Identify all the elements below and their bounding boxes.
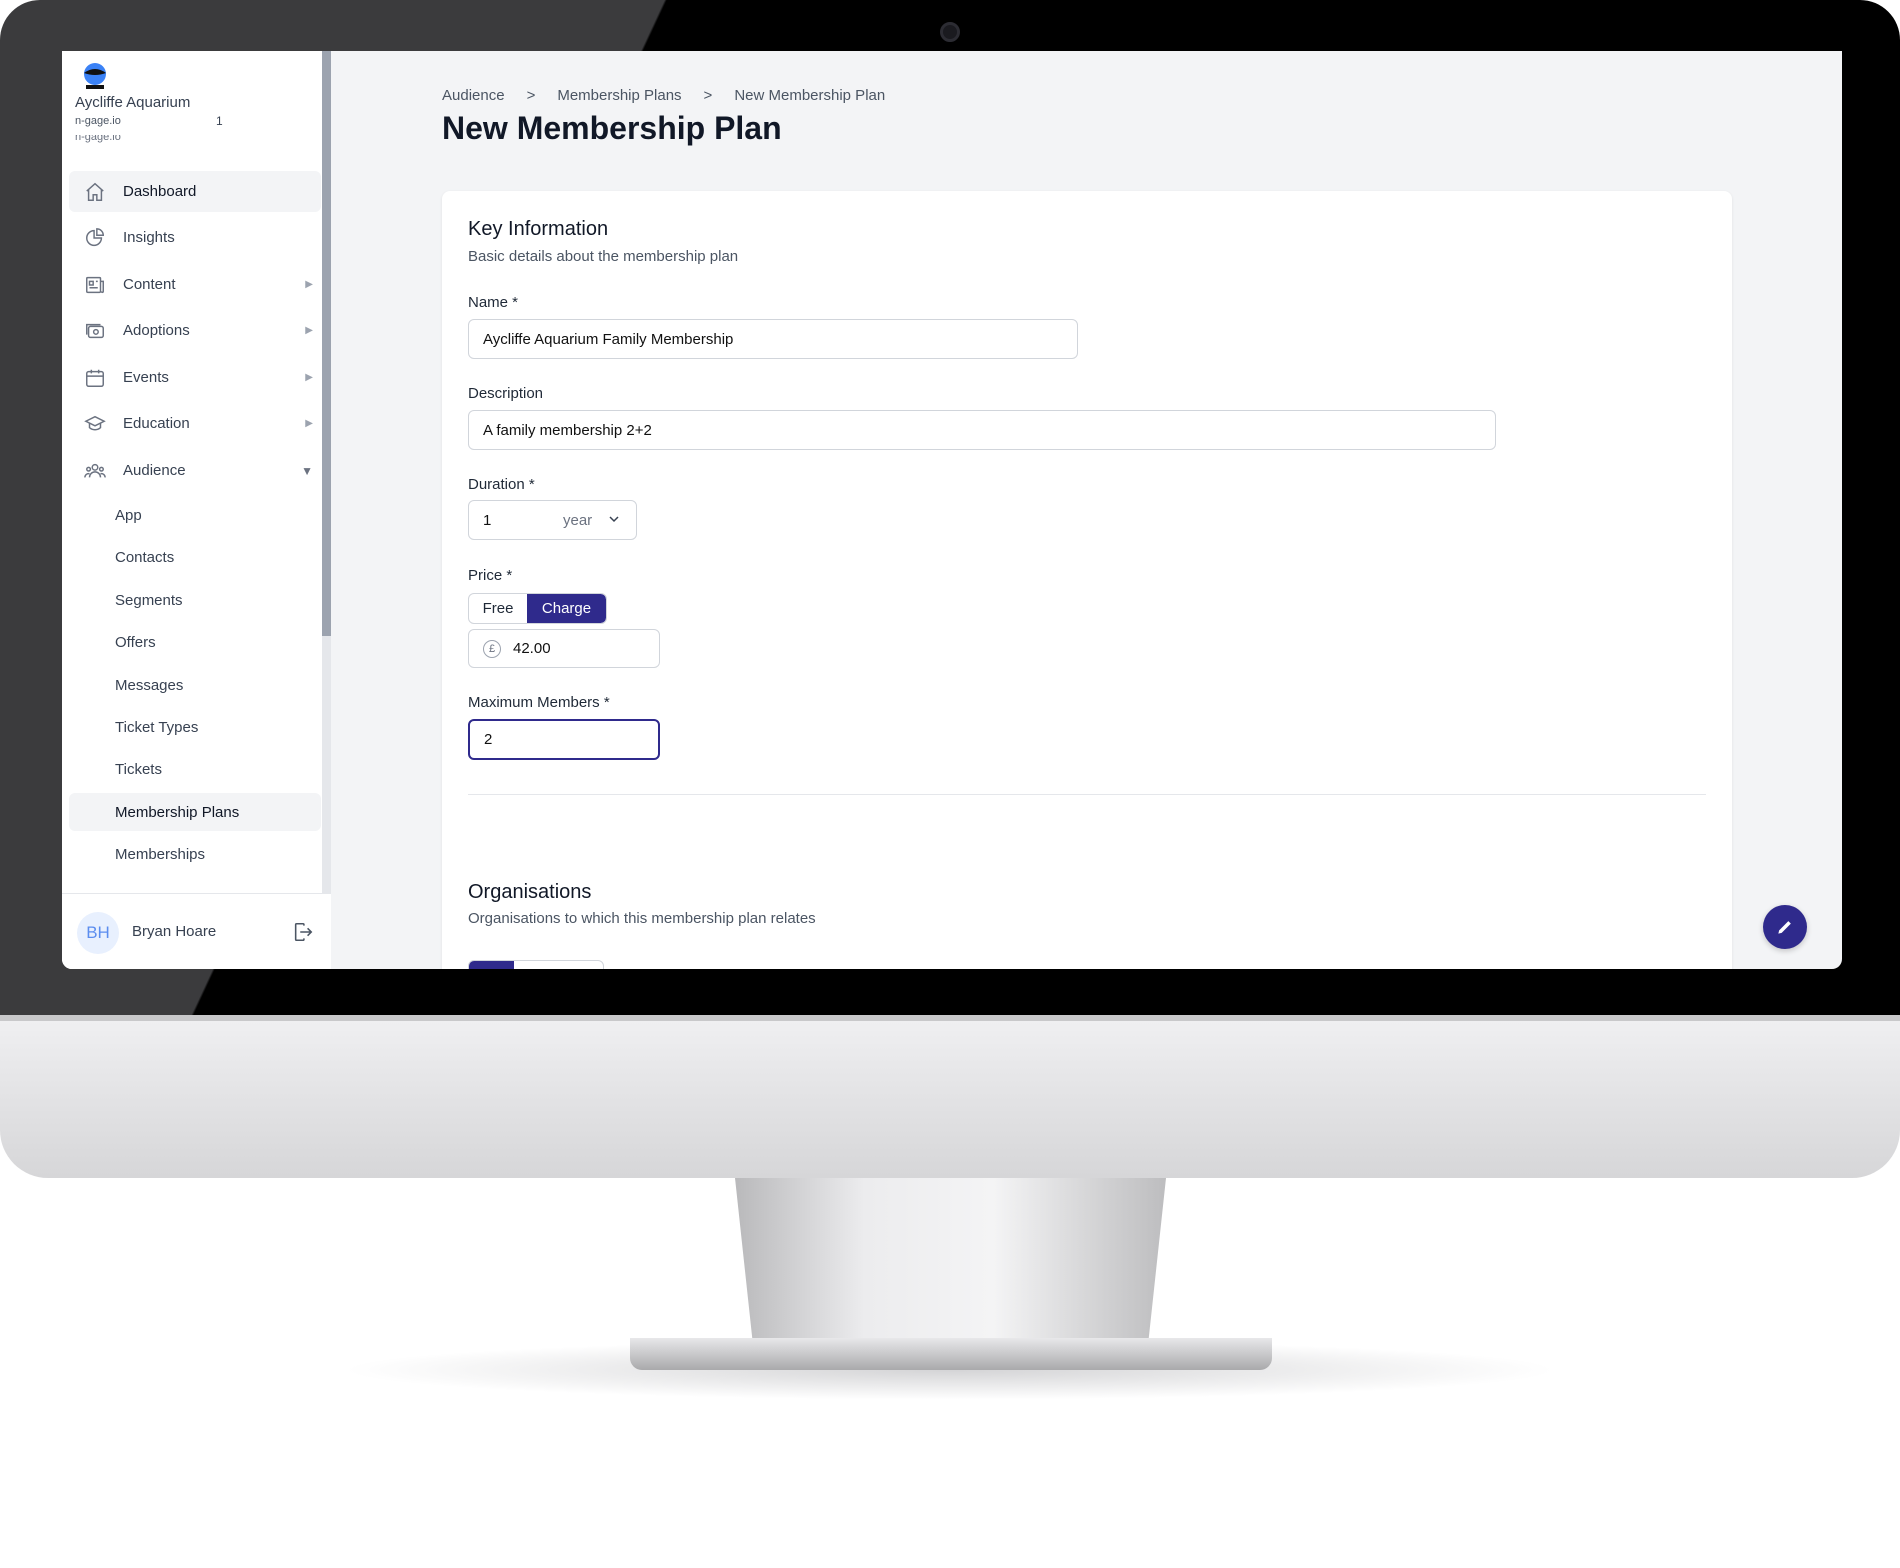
chevron-right-icon: > bbox=[526, 87, 536, 104]
sidebar-subitem-tickets[interactable]: Tickets bbox=[69, 750, 321, 788]
avatar[interactable]: BH bbox=[77, 912, 119, 954]
sidebar-subitem-contacts[interactable]: Contacts bbox=[69, 538, 321, 576]
chevron-right-icon: ▶ bbox=[305, 325, 313, 336]
price-toggle: Free Charge bbox=[468, 593, 607, 624]
org-name: Aycliffe Aquarium bbox=[75, 94, 191, 111]
price-charge-option[interactable]: Charge bbox=[527, 594, 606, 623]
graduation-cap-icon bbox=[83, 412, 107, 436]
description-label: Description bbox=[468, 385, 544, 402]
max-members-label: Maximum Members * bbox=[468, 694, 610, 711]
user-name: Bryan Hoare bbox=[132, 923, 217, 940]
chevron-down-icon[interactable] bbox=[608, 512, 620, 529]
chevron-down-icon: ▼ bbox=[301, 463, 313, 478]
breadcrumb-membership-plans[interactable]: Membership Plans bbox=[557, 87, 681, 104]
monitor-base bbox=[630, 1338, 1272, 1370]
sidebar-item-label: Adoptions bbox=[123, 322, 190, 339]
price-label: Price * bbox=[468, 567, 513, 584]
sidebar-item-label: Content bbox=[123, 276, 176, 293]
section-title-organisations: Organisations bbox=[468, 881, 592, 903]
pencil-icon bbox=[1778, 921, 1791, 934]
camera-icon bbox=[83, 319, 107, 343]
sidebar-subitem-offers[interactable]: Offers bbox=[69, 623, 321, 661]
users-icon bbox=[83, 459, 107, 483]
calendar-icon bbox=[83, 366, 107, 390]
section-subtitle-key-info: Basic details about the membership plan bbox=[468, 248, 739, 265]
chevron-right-icon: ▶ bbox=[305, 372, 313, 383]
monitor-stand bbox=[735, 1178, 1166, 1338]
sidebar-subitem-segments[interactable]: Segments bbox=[69, 581, 321, 619]
chevron-right-icon: > bbox=[703, 87, 713, 104]
name-label: Name * bbox=[468, 294, 519, 311]
name-input[interactable]: Aycliffe Aquarium Family Membership bbox=[468, 319, 1078, 359]
monitor-chin-edge bbox=[0, 1015, 1900, 1021]
sidebar-item-label: Audience bbox=[123, 462, 186, 479]
sidebar-item-dashboard[interactable]: Dashboard bbox=[69, 171, 321, 212]
sidebar-item-audience[interactable]: Audience ▼ bbox=[69, 450, 321, 491]
breadcrumb-audience[interactable]: Audience bbox=[442, 87, 505, 104]
sidebar-item-events[interactable]: Events ▶ bbox=[69, 357, 321, 398]
monitor-bezel-bottom bbox=[1200, 969, 1900, 1015]
sidebar-subitem-ticket-types[interactable]: Ticket Types bbox=[69, 708, 321, 746]
section-subtitle-organisations: Organisations to which this membership p… bbox=[468, 910, 816, 927]
price-value[interactable]: 42.00 bbox=[513, 640, 551, 657]
pie-chart-icon bbox=[83, 226, 107, 250]
sidebar-scrollbar-thumb[interactable] bbox=[322, 51, 331, 636]
sidebar-subitem-app[interactable]: App bbox=[69, 496, 321, 534]
sidebar-item-content[interactable]: Content ▶ bbox=[69, 264, 321, 305]
sidebar-item-education[interactable]: Education ▶ bbox=[69, 403, 321, 444]
sidebar-item-label: Education bbox=[123, 415, 190, 432]
chevron-right-icon: ▶ bbox=[305, 279, 313, 290]
sidebar-subitem-messages[interactable]: Messages bbox=[69, 666, 321, 704]
chevron-right-icon: ▶ bbox=[305, 418, 313, 429]
sidebar-item-label: Events bbox=[123, 369, 169, 386]
price-free-option[interactable]: Free bbox=[469, 594, 527, 623]
sidebar-subitem-membership-plans[interactable]: Membership Plans bbox=[69, 793, 321, 831]
org-domain-overflow: n-gage.io bbox=[75, 135, 121, 143]
duration-label: Duration * bbox=[468, 476, 535, 493]
logout-icon[interactable] bbox=[292, 921, 314, 943]
duration-input[interactable]: 1 year bbox=[468, 500, 637, 540]
duration-value[interactable]: 1 bbox=[483, 512, 563, 529]
section-divider bbox=[468, 794, 1706, 795]
app-screen: Aycliffe Aquarium n-gage.io 1 n-gage.io … bbox=[62, 51, 1842, 969]
sidebar-item-label: Dashboard bbox=[123, 183, 197, 200]
sidebar-subitem-memberships[interactable]: Memberships bbox=[69, 835, 321, 873]
breadcrumb-current: New Membership Plan bbox=[734, 87, 886, 104]
camera-icon bbox=[940, 22, 960, 42]
org-logo bbox=[80, 61, 110, 91]
section-title-key-info: Key Information bbox=[468, 218, 609, 240]
price-input[interactable]: £ 42.00 bbox=[468, 629, 660, 668]
page-title: New Membership Plan bbox=[442, 110, 782, 146]
monitor-chin bbox=[0, 1015, 1900, 1178]
breadcrumb: Audience > Membership Plans > New Member… bbox=[442, 87, 885, 104]
description-input[interactable]: A family membership 2+2 bbox=[468, 410, 1496, 450]
org-badge: 1 bbox=[216, 114, 223, 128]
sidebar-item-label: Insights bbox=[123, 229, 175, 246]
organisations-all-option[interactable]: All bbox=[469, 961, 514, 969]
duration-unit-select[interactable]: year bbox=[563, 512, 592, 529]
sidebar-item-insights[interactable]: Insights bbox=[69, 217, 321, 258]
form-card: Key Information Basic details about the … bbox=[442, 191, 1732, 969]
organisations-toggle: All Selected bbox=[468, 960, 604, 969]
sidebar: Aycliffe Aquarium n-gage.io 1 n-gage.io … bbox=[62, 51, 331, 969]
edit-fab-button[interactable] bbox=[1763, 905, 1807, 949]
home-icon bbox=[83, 180, 107, 204]
pound-icon: £ bbox=[483, 639, 501, 658]
org-domain: n-gage.io bbox=[75, 115, 121, 127]
sidebar-item-adoptions[interactable]: Adoptions ▶ bbox=[69, 310, 321, 351]
organisations-selected-option[interactable]: Selected bbox=[514, 961, 603, 969]
newspaper-icon bbox=[83, 273, 107, 297]
user-footer: BH Bryan Hoare bbox=[62, 893, 331, 969]
max-members-input[interactable]: 2 bbox=[468, 719, 660, 760]
